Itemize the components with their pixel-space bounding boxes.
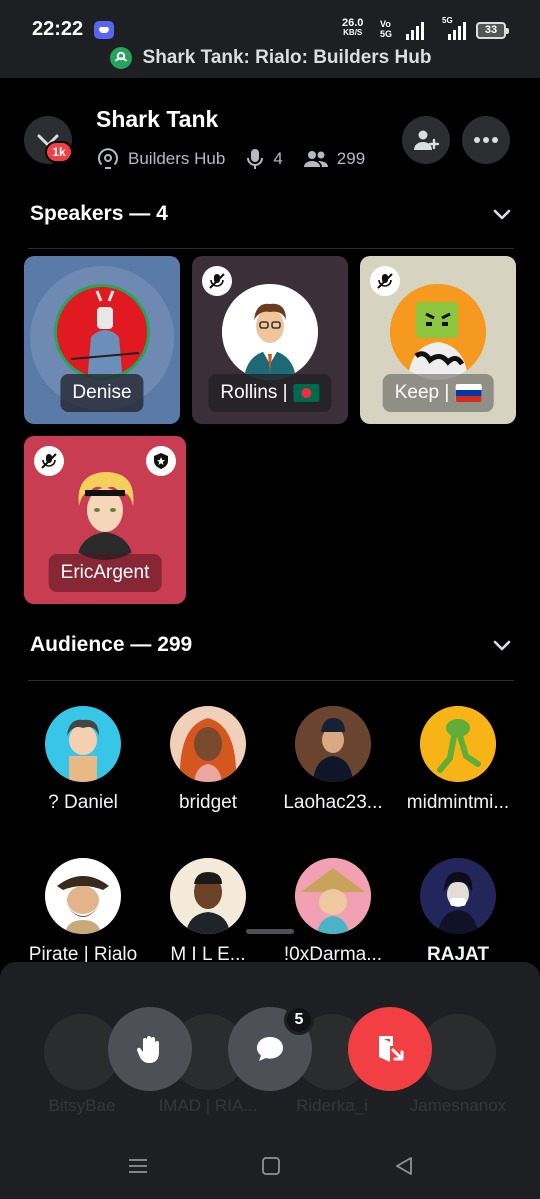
- stage-channel-icon: [98, 148, 118, 169]
- moderator-shield-icon: [146, 446, 176, 476]
- avatar: [222, 284, 318, 380]
- avatar: [295, 858, 371, 934]
- menu-icon[interactable]: [128, 1156, 148, 1176]
- speaker-name-pill: Keep |: [382, 374, 494, 412]
- audience-member[interactable]: RAJAT: [392, 858, 524, 966]
- notification-badge: 1k: [45, 141, 73, 163]
- leave-door-icon: [379, 1036, 404, 1062]
- stage-title: Shark Tank: [96, 106, 219, 132]
- signal-strength-icon: [406, 20, 428, 40]
- clock: 22:22: [32, 18, 84, 40]
- muted-icon: [34, 446, 64, 476]
- speaker-name: Denise: [72, 382, 132, 403]
- home-icon[interactable]: [261, 1156, 281, 1176]
- raise-hand-icon: [136, 1036, 159, 1063]
- audience-member[interactable]: midmintmi...: [392, 706, 524, 814]
- android-navigation-bar: [0, 1140, 540, 1192]
- stage-banner-text: Shark Tank: Rialo: Builders Hub: [142, 47, 432, 68]
- volte-indicator: Vo 5G: [380, 19, 393, 39]
- speaker-name: EricArgent: [60, 562, 150, 583]
- raise-hand-button[interactable]: [108, 1007, 192, 1091]
- speaker-tile[interactable]: Rollins |: [192, 256, 348, 424]
- audience-name: midmintmi...: [406, 792, 510, 813]
- chat-bubble-icon: [257, 1037, 283, 1061]
- leave-stage-button[interactable]: [348, 1007, 432, 1091]
- invite-button[interactable]: [402, 116, 450, 164]
- audience-name: ? Daniel: [48, 792, 118, 813]
- speakers-heading: Speakers — 4: [30, 202, 168, 225]
- avatar: [420, 706, 496, 782]
- audience-name: bridget: [178, 792, 238, 813]
- audience-member[interactable]: bridget: [142, 706, 274, 814]
- audience-name: Laohac23...: [283, 792, 383, 813]
- ongoing-stage-banner[interactable]: Shark Tank: Rialo: Builders Hub: [0, 44, 540, 72]
- audience-section-header[interactable]: Audience — 299: [30, 628, 514, 662]
- more-dots-icon: [474, 137, 498, 143]
- people-icon: [303, 151, 328, 167]
- discord-notification-icon: [94, 21, 114, 39]
- audience-name: Riderka_i: [296, 1096, 368, 1115]
- microphone-icon: [247, 149, 264, 169]
- muted-icon: [370, 266, 400, 296]
- network-speed-unit: KB/S: [343, 28, 363, 37]
- avatar: [54, 284, 150, 380]
- avatar: [420, 858, 496, 934]
- speaker-tile[interactable]: Keep |: [360, 256, 516, 424]
- speaker-name-pill: Denise: [60, 374, 144, 412]
- audience-member[interactable]: M I L E...: [142, 858, 274, 966]
- avatar: [45, 706, 121, 782]
- russia-flag-icon: [455, 384, 482, 402]
- avatar: [45, 858, 121, 934]
- audience-heading: Audience — 299: [30, 633, 193, 656]
- listener-count: 299: [336, 149, 366, 168]
- audience-name: Jamesnanox: [409, 1096, 507, 1115]
- divider: [28, 248, 514, 249]
- unread-messages-badge: 5: [284, 1005, 314, 1035]
- avatar: [390, 284, 486, 380]
- avatar: [170, 706, 246, 782]
- divider: [28, 680, 514, 681]
- audience-member[interactable]: ? Daniel: [17, 706, 149, 814]
- add-user-icon: [414, 130, 439, 150]
- speaker-name-pill: EricArgent: [48, 554, 162, 592]
- battery-icon: 33: [476, 22, 509, 39]
- bangladesh-flag-icon: [293, 384, 320, 402]
- avatar: [170, 858, 246, 934]
- avatar: [295, 706, 371, 782]
- audience-member[interactable]: !0xDarma...: [267, 858, 399, 966]
- avatar: [55, 460, 155, 560]
- more-options-button[interactable]: [462, 116, 510, 164]
- speaker-tile[interactable]: Denise: [24, 256, 180, 424]
- muted-icon: [202, 266, 232, 296]
- chevron-down-icon: [493, 209, 511, 220]
- speaker-name: Keep |: [394, 382, 450, 403]
- audience-name: IMAD | RIA...: [158, 1096, 258, 1115]
- channel-name: Builders Hub: [128, 149, 226, 168]
- speaker-name-pill: Rollins |: [208, 374, 332, 412]
- back-icon[interactable]: [394, 1156, 414, 1176]
- chevron-down-icon: [493, 640, 511, 651]
- audience-name: BitsyBae: [48, 1096, 116, 1115]
- speakers-section-header[interactable]: Speakers — 4: [30, 197, 514, 231]
- audience-member[interactable]: Laohac23...: [267, 706, 399, 814]
- audience-member[interactable]: Pirate | Rialo: [17, 858, 149, 966]
- stage-live-icon: [109, 47, 132, 69]
- network-speed: 26.0 KB/S: [342, 18, 363, 38]
- speaker-tile[interactable]: EricArgent: [24, 436, 186, 604]
- speaker-count: 4: [273, 149, 283, 168]
- sheet-drag-handle[interactable]: [246, 929, 294, 934]
- signal-strength-icon-2: [448, 20, 470, 40]
- status-bar: 22:22 26.0 KB/S Vo 5G 5G 33 Shark Tank: …: [0, 0, 540, 78]
- speaker-name: Rollins |: [220, 382, 288, 403]
- stage-meta: Builders Hub 4 299: [96, 147, 377, 171]
- stage-header: 1k Shark Tank Builders Hub 4 299: [0, 100, 540, 184]
